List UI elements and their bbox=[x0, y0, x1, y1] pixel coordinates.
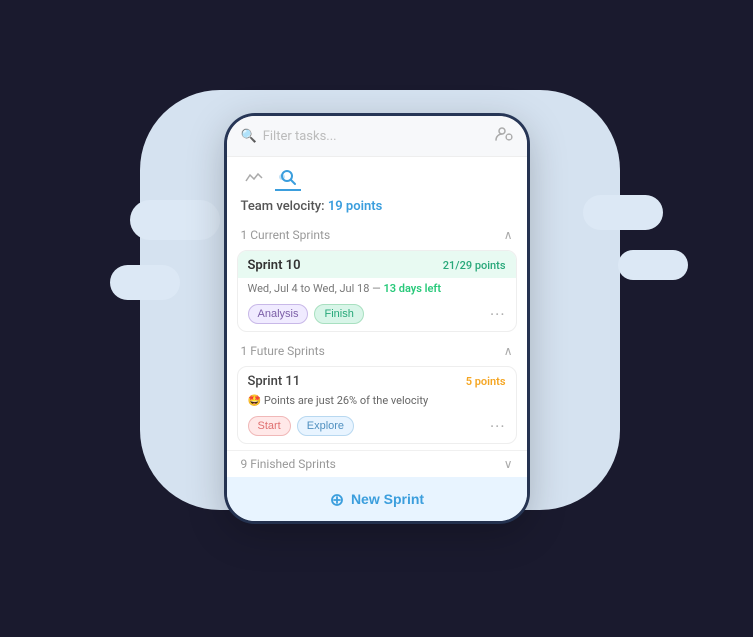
phone-card: 🔍 Filter tasks... bbox=[227, 116, 527, 520]
sprint-11-name: Sprint 11 bbox=[248, 374, 301, 389]
sprint-10-dates: Wed, Jul 4 to Wed, Jul 18 — 13 days left bbox=[238, 278, 516, 299]
blob-right-mid bbox=[618, 250, 688, 280]
search-icon: 🔍 bbox=[241, 129, 257, 144]
finished-sprints-header[interactable]: 9 Finished Sprints ∨ bbox=[227, 451, 527, 477]
sprint-11-header: Sprint 11 5 points bbox=[238, 367, 516, 392]
settings-icon[interactable] bbox=[495, 126, 513, 146]
new-sprint-icon bbox=[329, 490, 345, 507]
sprint-10-actions: Analysis Finish ··· bbox=[238, 299, 516, 331]
sprint-10-points: 21/29 points bbox=[443, 259, 506, 272]
new-sprint-button[interactable]: New Sprint bbox=[227, 477, 527, 520]
current-sprints-header[interactable]: 1 Current Sprints ∧ bbox=[227, 222, 527, 248]
blob-left-top bbox=[130, 200, 220, 240]
velocity-label: Team velocity: bbox=[241, 199, 325, 214]
finish-button[interactable]: Finish bbox=[314, 304, 363, 324]
finished-sprints-label: 9 Finished Sprints bbox=[241, 457, 336, 471]
sprint-11-warning: 🤩 Points are just 26% of the velocity bbox=[238, 392, 516, 411]
tabs-row bbox=[227, 157, 527, 195]
sprint-10-separator: — bbox=[372, 282, 383, 295]
sprint-10-menu[interactable]: ··· bbox=[490, 305, 506, 324]
future-sprints-label: 1 Future Sprints bbox=[241, 344, 325, 358]
explore-button[interactable]: Explore bbox=[297, 416, 354, 436]
future-sprints-header[interactable]: 1 Future Sprints ∧ bbox=[227, 338, 527, 364]
velocity-row: Team velocity: 19 points bbox=[227, 195, 527, 222]
finished-sprints-chevron[interactable]: ∨ bbox=[504, 457, 513, 471]
current-sprints-chevron[interactable]: ∧ bbox=[504, 228, 513, 242]
sprint-11-points: 5 points bbox=[466, 375, 506, 388]
sprint-10-card: Sprint 10 21/29 points Wed, Jul 4 to Wed… bbox=[237, 250, 517, 332]
search-input[interactable]: Filter tasks... bbox=[263, 129, 489, 144]
sprint-11-actions: Start Explore ··· bbox=[238, 411, 516, 443]
new-sprint-label: New Sprint bbox=[351, 491, 424, 507]
search-sprint-tab[interactable] bbox=[275, 165, 301, 191]
blob-left-mid bbox=[110, 265, 180, 300]
search-bar: 🔍 Filter tasks... bbox=[227, 116, 527, 157]
sprint-11-card: Sprint 11 5 points 🤩 Points are just 26%… bbox=[237, 366, 517, 444]
blob-right-top bbox=[583, 195, 663, 230]
analysis-button[interactable]: Analysis bbox=[248, 304, 309, 324]
start-button[interactable]: Start bbox=[248, 416, 291, 436]
current-sprints-label: 1 Current Sprints bbox=[241, 228, 331, 242]
future-sprints-chevron[interactable]: ∧ bbox=[504, 344, 513, 358]
activity-tab[interactable] bbox=[241, 165, 267, 191]
sprint-10-name: Sprint 10 bbox=[248, 258, 301, 273]
sprint-10-days-left: 13 days left bbox=[383, 282, 441, 295]
velocity-value: 19 points bbox=[328, 199, 382, 214]
scene: 🔍 Filter tasks... bbox=[0, 0, 753, 637]
sprint-10-header: Sprint 10 21/29 points bbox=[238, 251, 516, 278]
sprint-11-menu[interactable]: ··· bbox=[490, 417, 506, 436]
sprint-10-date-range: Wed, Jul 4 to Wed, Jul 18 bbox=[248, 282, 370, 295]
